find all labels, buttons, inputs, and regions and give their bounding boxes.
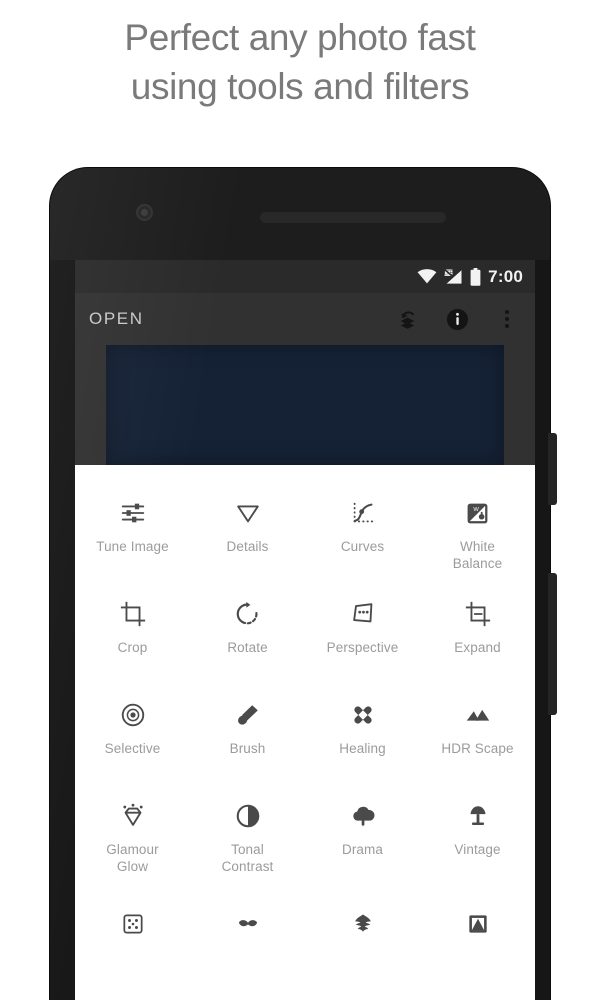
- undo-stack-icon[interactable]: [393, 305, 421, 333]
- screenshot-root: Perfect any photo fast using tools and f…: [0, 0, 600, 1000]
- selective-icon: [119, 694, 147, 736]
- tool-label: HDR Scape: [441, 741, 514, 756]
- tool-tonal-contrast[interactable]: Tonal Contrast: [190, 782, 305, 883]
- tool-label: Vintage: [454, 842, 501, 857]
- tool-label: Selective: [104, 741, 161, 756]
- tool-details[interactable]: Details: [190, 479, 305, 580]
- tool-label: Perspective: [326, 640, 399, 655]
- photo-preview-area[interactable]: [75, 345, 535, 465]
- tool-grainy-film[interactable]: Grainy Film: [75, 897, 190, 941]
- power-button[interactable]: [548, 433, 557, 505]
- tool-label: Expand: [454, 640, 501, 655]
- tool-grunge[interactable]: Grunge: [305, 897, 420, 941]
- frames-icon: [465, 907, 491, 941]
- tool-label: Brush: [229, 741, 266, 756]
- phone-screen: LTE 7:00 OPEN Tune Image Details Curves …: [75, 260, 535, 1000]
- tool-expand[interactable]: Expand: [420, 580, 535, 681]
- headline-line-1: Perfect any photo fast: [124, 17, 476, 58]
- white-balance-icon: W: [464, 492, 491, 534]
- tool-label: Curves: [340, 539, 385, 554]
- curves-icon: [349, 492, 377, 534]
- tonal-contrast-icon: [234, 795, 262, 837]
- status-bar: LTE 7:00: [75, 260, 535, 293]
- tool-frames[interactable]: Frames: [420, 897, 535, 941]
- open-button[interactable]: OPEN: [89, 309, 144, 329]
- tool-label: Tonal Contrast: [221, 842, 274, 874]
- tune-image-icon: [119, 492, 147, 534]
- tool-label: Tune Image: [96, 539, 169, 554]
- vintage-icon: [464, 795, 492, 837]
- tool-vintage[interactable]: Vintage: [420, 782, 535, 883]
- grunge-icon: [350, 907, 376, 941]
- grainy-film-icon: [120, 907, 146, 941]
- phone-mockup: LTE 7:00 OPEN Tune Image Details Curves …: [50, 168, 557, 1000]
- tools-sheet: Tune Image Details Curves W White Balanc…: [75, 465, 535, 1000]
- battery-icon: [470, 267, 481, 286]
- tool-label: Rotate: [227, 640, 268, 655]
- details-icon: [234, 492, 262, 534]
- app-toolbar: OPEN: [75, 293, 535, 345]
- rotate-icon: [234, 593, 262, 635]
- tool-label: Drama: [341, 842, 383, 857]
- drama-icon: [349, 795, 377, 837]
- tools-grid: Tune Image Details Curves W White Balanc…: [75, 465, 535, 883]
- phone-top-bezel: [50, 168, 550, 260]
- retrolux-icon: [235, 907, 261, 941]
- front-camera-icon: [136, 204, 153, 221]
- tool-perspective[interactable]: Perspective: [305, 580, 420, 681]
- tool-drama[interactable]: Drama: [305, 782, 420, 883]
- tool-curves[interactable]: Curves: [305, 479, 420, 580]
- healing-icon: [349, 694, 377, 736]
- tool-label: White Balance: [452, 539, 503, 571]
- info-icon[interactable]: [443, 305, 471, 333]
- headline-line-2: using tools and filters: [130, 65, 470, 107]
- tool-rotate[interactable]: Rotate: [190, 580, 305, 681]
- hdr-scape-icon: [464, 694, 492, 736]
- page-title: Perfect any photo fast using tools and f…: [0, 14, 600, 112]
- photo-preview[interactable]: [106, 345, 504, 465]
- tool-selective[interactable]: Selective: [75, 681, 190, 782]
- tool-healing[interactable]: Healing: [305, 681, 420, 782]
- perspective-icon: [349, 593, 377, 635]
- tool-white-balance[interactable]: W White Balance: [420, 479, 535, 580]
- tool-crop[interactable]: Crop: [75, 580, 190, 681]
- tool-hdr-scape[interactable]: HDR Scape: [420, 681, 535, 782]
- status-bar-clock: 7:00: [488, 266, 523, 286]
- earpiece-speaker-icon: [260, 212, 446, 223]
- tool-retrolux[interactable]: Retrolux: [190, 897, 305, 941]
- tool-label: Details: [226, 539, 269, 554]
- overflow-menu-icon[interactable]: [493, 305, 521, 333]
- tools-grid-partial-row: Grainy Film Retrolux: [75, 883, 535, 941]
- tool-label: Glamour Glow: [106, 842, 159, 874]
- wifi-icon: [417, 269, 437, 284]
- svg-text:W: W: [473, 507, 479, 513]
- tool-tune-image[interactable]: Tune Image: [75, 479, 190, 580]
- app-toolbar-actions: [393, 305, 521, 333]
- glamour-glow-icon: [119, 795, 147, 837]
- expand-icon: [464, 593, 492, 635]
- crop-icon: [119, 593, 147, 635]
- tool-label: Crop: [117, 640, 148, 655]
- tool-brush[interactable]: Brush: [190, 681, 305, 782]
- volume-rocker-button[interactable]: [548, 573, 557, 715]
- cellular-signal-icon: LTE: [444, 268, 463, 285]
- brush-icon: [234, 694, 262, 736]
- tool-label: Healing: [339, 741, 386, 756]
- tool-glamour-glow[interactable]: Glamour Glow: [75, 782, 190, 883]
